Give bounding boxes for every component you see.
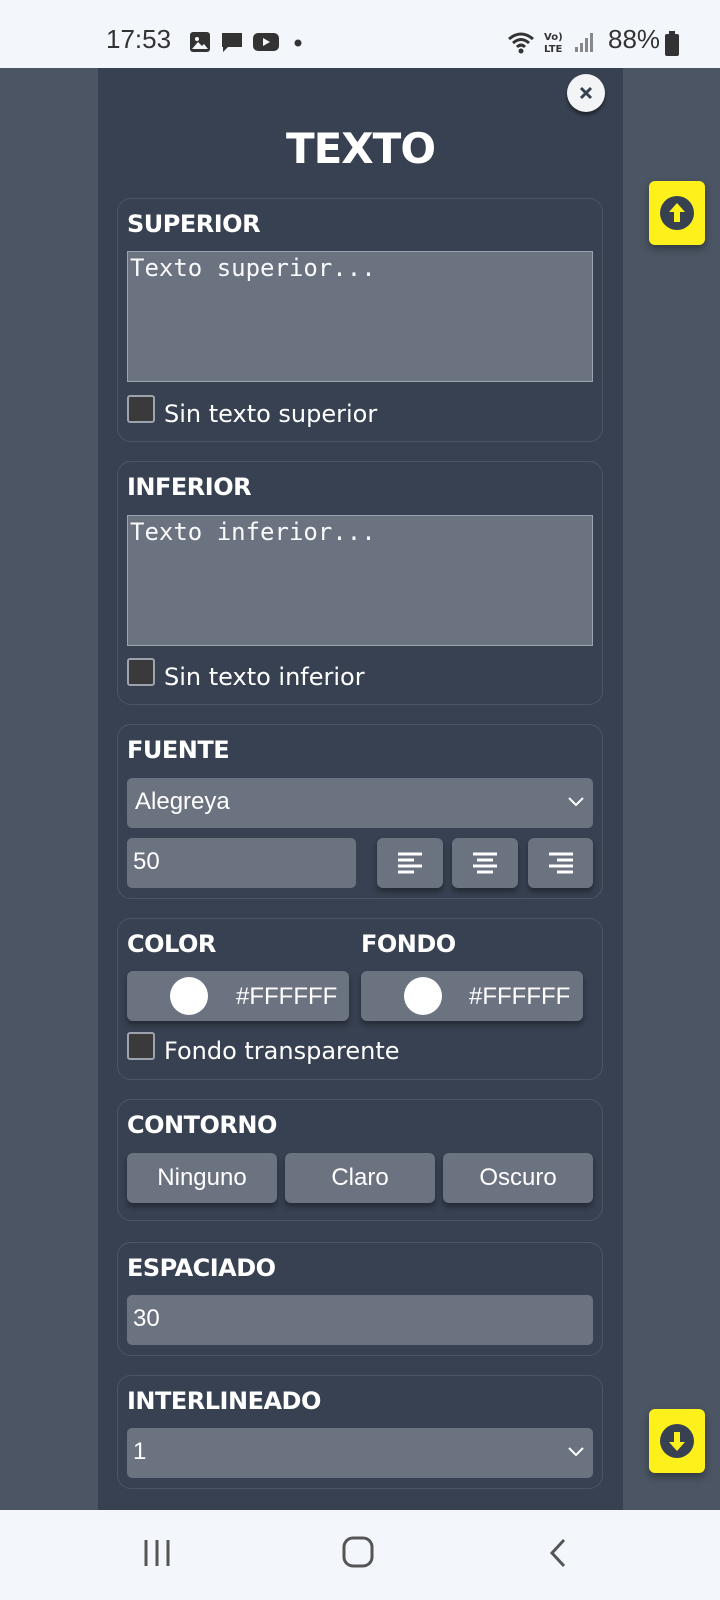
wifi-icon — [508, 32, 534, 54]
chevron-down-icon — [568, 797, 584, 807]
align-left-button[interactable] — [377, 838, 443, 888]
inferior-textarea[interactable]: Texto inferior... — [127, 515, 593, 646]
signal-icon — [575, 33, 593, 52]
navigation-bar — [0, 1510, 720, 1600]
superior-textarea[interactable]: Texto superior... — [127, 251, 593, 382]
youtube-icon — [253, 33, 279, 51]
fondo-transparente-checkbox[interactable] — [127, 1032, 155, 1060]
close-button[interactable] — [567, 74, 605, 112]
arrow-up-circle-icon — [660, 196, 694, 230]
text-color-value: #FFFFFF — [236, 983, 338, 1010]
outline-dark-button[interactable]: Oscuro — [443, 1153, 593, 1203]
fondo-transparente-label: Fondo transparente — [164, 1037, 400, 1065]
spacing-input[interactable]: 30 — [127, 1295, 593, 1345]
outline-light-button[interactable]: Claro — [285, 1153, 435, 1203]
close-icon — [579, 86, 593, 100]
volte-icon: Vo)LTE — [544, 32, 563, 54]
interlineado-label: INTERLINEADO — [127, 1387, 321, 1415]
sin-texto-superior-checkbox[interactable] — [127, 395, 155, 423]
arrow-down-circle-icon — [660, 1424, 694, 1458]
font-size-input[interactable]: 50 — [127, 838, 356, 888]
color-label: COLOR — [127, 930, 216, 958]
align-center-icon — [473, 852, 497, 874]
align-right-button[interactable] — [528, 838, 593, 888]
inferior-label: INFERIOR — [127, 473, 252, 501]
align-left-icon — [398, 852, 422, 874]
font-select-value: Alegreya — [135, 788, 230, 815]
sin-texto-superior-label: Sin texto superior — [164, 400, 378, 428]
align-center-button[interactable] — [452, 838, 518, 888]
background-color-value: #FFFFFF — [469, 983, 571, 1010]
battery-icon — [665, 31, 679, 56]
status-bar: 17:53 Vo) LTE 88% — [0, 0, 720, 68]
gallery-icon — [190, 32, 210, 52]
home-icon[interactable] — [340, 1534, 376, 1570]
back-icon[interactable] — [546, 1536, 572, 1570]
svg-text:Vo): Vo) — [544, 32, 563, 43]
sin-texto-inferior-label: Sin texto inferior — [164, 663, 365, 691]
sin-texto-inferior-checkbox[interactable] — [127, 658, 155, 686]
line-height-value: 1 — [133, 1438, 147, 1465]
background-color-swatch — [404, 977, 442, 1015]
scroll-down-button[interactable] — [649, 1409, 705, 1473]
scroll-up-button[interactable] — [649, 181, 705, 245]
status-time: 17:53 — [106, 24, 172, 54]
contorno-label: CONTORNO — [127, 1111, 277, 1139]
message-icon — [222, 33, 242, 52]
outline-none-button[interactable]: Ninguno — [127, 1153, 277, 1203]
panel-title: TEXTO — [285, 124, 436, 173]
espaciado-label: ESPACIADO — [127, 1254, 276, 1282]
line-height-select[interactable]: 1 — [127, 1428, 593, 1478]
chevron-down-icon — [568, 1447, 584, 1457]
fondo-label: FONDO — [361, 930, 456, 958]
text-color-swatch — [170, 977, 208, 1015]
recent-apps-icon[interactable] — [140, 1536, 174, 1570]
network-label: LTE — [544, 44, 563, 54]
notification-dot-icon — [294, 39, 302, 47]
align-right-icon — [548, 852, 573, 874]
superior-label: SUPERIOR — [127, 210, 261, 238]
font-select[interactable]: Alegreya — [127, 778, 593, 828]
battery-percent: 88% — [608, 24, 661, 54]
fuente-label: FUENTE — [127, 736, 230, 764]
